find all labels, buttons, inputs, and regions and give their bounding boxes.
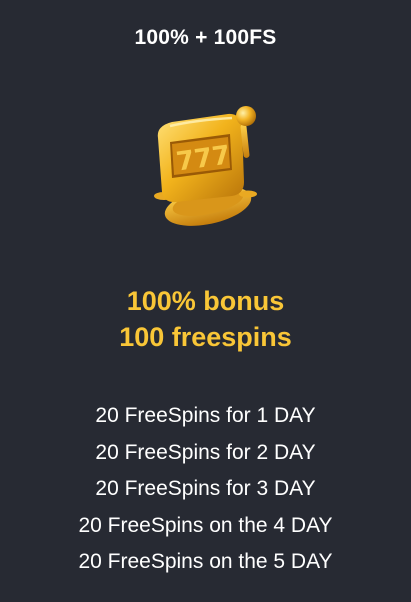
freespins-text: 100 freespins	[119, 322, 292, 352]
schedule-item-day-1: 20 FreeSpins for 1 DAY	[95, 404, 316, 427]
schedule-item-day-3: 20 FreeSpins for 3 DAY	[95, 477, 316, 500]
freespins-schedule-list: 20 FreeSpins for 1 DAY 20 FreeSpins for …	[0, 398, 411, 581]
schedule-item-day-2: 20 FreeSpins for 2 DAY	[95, 440, 316, 464]
schedule-item-day-4: 20 FreeSpins on the 4 DAY	[78, 513, 333, 537]
schedule-item-day-5: 20 FreeSpins on the 5 DAY	[78, 550, 333, 573]
slot-machine-icon: 777	[136, 98, 276, 238]
bonus-offer-card: 100% + 100FS 777 100% bonus 100 freespin…	[0, 0, 411, 602]
offer-title: 100% + 100FS	[134, 26, 277, 49]
bonus-percent-text: 100% bonus	[126, 286, 285, 316]
